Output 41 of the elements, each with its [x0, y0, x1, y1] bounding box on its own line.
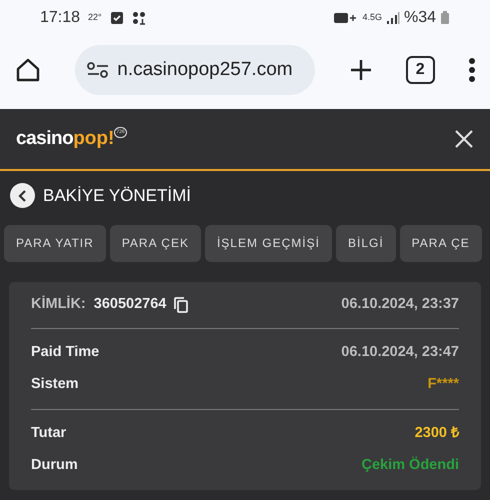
tab[interactable]: PARA ÇEK	[110, 224, 201, 262]
plus-icon	[348, 58, 373, 82]
new-tab-button[interactable]	[348, 58, 373, 82]
row-value: F****	[428, 374, 459, 394]
address-bar[interactable]: n.casinopop257.com	[75, 45, 316, 95]
home-button[interactable]	[14, 56, 42, 84]
id-value: 360502764	[94, 294, 166, 314]
page-title: BAKİYE YÖNETİMİ	[43, 185, 192, 207]
tab[interactable]: BİLGİ	[336, 224, 396, 262]
battery-icon	[440, 10, 450, 24]
created-date: 06.10.2024, 23:37	[341, 294, 459, 314]
tab[interactable]: PARA YATIR	[4, 224, 106, 262]
checkbox-icon	[110, 10, 124, 24]
row-value: 2300 ₺	[414, 424, 459, 443]
row-label: Sistem	[31, 374, 79, 394]
back-button[interactable]	[10, 183, 35, 208]
close-icon	[454, 128, 474, 149]
dots-icon	[132, 10, 146, 24]
row-label: Paid Time	[31, 342, 100, 362]
battery-text: %34	[404, 8, 436, 28]
status-time: 17:18	[40, 8, 80, 28]
signal-icon	[386, 10, 400, 24]
url-text: n.casinopop257.com	[117, 58, 293, 82]
id-label: KİMLİK:	[31, 294, 86, 314]
copy-icon[interactable]	[174, 296, 188, 312]
site-settings-icon	[87, 61, 110, 79]
tab-count-button[interactable]: 2	[406, 56, 435, 84]
row-label: Tutar	[31, 424, 66, 443]
row-label: Durum	[31, 456, 78, 475]
row-value: Çekim Ödendi	[362, 456, 459, 475]
logo-text: casino	[16, 126, 74, 151]
logo-accent-text: pop!	[73, 126, 114, 151]
temperature-text: 22°	[88, 10, 102, 24]
row-value: 06.10.2024, 23:47	[341, 342, 459, 362]
home-icon	[14, 56, 42, 84]
tab[interactable]: İŞLEM GEÇMİŞİ	[204, 224, 332, 262]
menu-button[interactable]	[468, 57, 476, 83]
chevron-left-icon	[18, 190, 28, 202]
network-text: 4.5G	[362, 10, 382, 24]
menu-icon	[468, 57, 476, 83]
tab[interactable]: PARA ÇE	[400, 224, 482, 262]
